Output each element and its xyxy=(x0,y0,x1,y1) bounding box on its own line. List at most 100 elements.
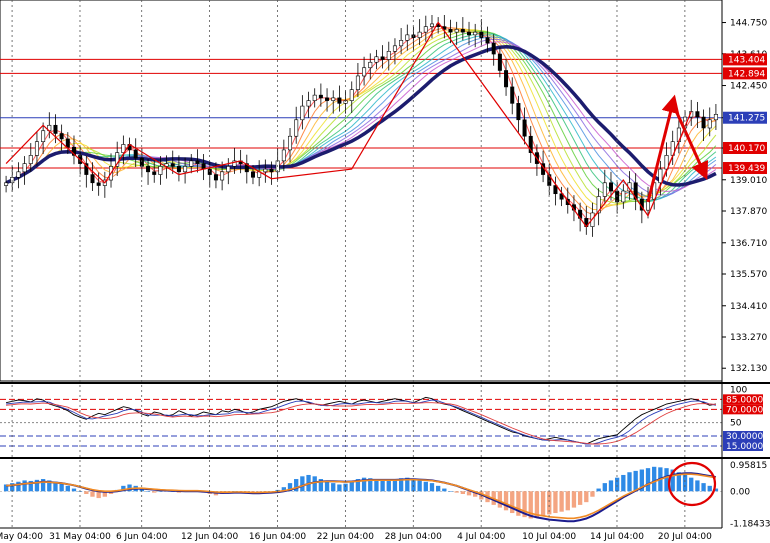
candle-body xyxy=(380,56,385,60)
x-tick-label: 14 Jul 04:00 xyxy=(590,532,644,542)
candle-body xyxy=(485,37,490,44)
candle-body xyxy=(300,105,305,121)
macd-histogram-bar xyxy=(559,491,564,512)
candle-body xyxy=(392,45,397,52)
macd-histogram-bar xyxy=(596,488,601,492)
price-level-tag-text: 143.404 xyxy=(728,55,765,65)
candle-body xyxy=(306,100,311,107)
y-tick-label: 135.570 xyxy=(730,270,767,280)
macd-histogram-bar xyxy=(435,485,441,492)
candle-body xyxy=(263,168,268,173)
y-tick-label: 132.130 xyxy=(730,364,767,374)
rsi-signal-blue xyxy=(6,399,716,445)
macd-panel: 0.95815 0.00 -1.18433 xyxy=(0,457,770,529)
macd-histogram-bar xyxy=(324,481,330,492)
macd-histogram-bar xyxy=(602,483,607,492)
candle-body xyxy=(281,149,286,162)
macd-histogram-bar xyxy=(312,476,317,492)
y-tick-label: 144.750 xyxy=(730,19,767,29)
macd-histogram-bar xyxy=(540,491,546,516)
rsi-tick-label: 100 xyxy=(730,385,747,395)
candle-body xyxy=(355,75,360,90)
candle-body xyxy=(602,182,607,197)
macd-histogram-bar xyxy=(337,484,342,492)
candle-body xyxy=(349,89,354,101)
candle-body xyxy=(510,86,515,104)
candle-body xyxy=(497,53,502,71)
candle-body xyxy=(454,29,459,33)
candle-body xyxy=(516,103,521,121)
x-tick-label: 31 May 04:00 xyxy=(49,532,111,542)
candle-body xyxy=(331,97,336,101)
rsi-level-tag-text: 70.0000 xyxy=(726,405,763,415)
candle-body xyxy=(195,160,200,164)
candle-body xyxy=(374,56,379,63)
macd-histogram-bar xyxy=(22,480,27,492)
macd-histogram-bar xyxy=(145,491,151,492)
y-tick-label: 139.010 xyxy=(730,176,767,186)
macd-histogram-bar xyxy=(158,491,163,492)
x-axis: 25 May 04:00 31 May 04:00 6 Jun 04:00 12 Ju… xyxy=(0,0,722,542)
candle-body xyxy=(90,174,95,184)
macd-histogram-bar xyxy=(448,491,453,492)
candle-body xyxy=(417,31,422,38)
candle-body xyxy=(399,40,404,47)
macd-histogram-bar xyxy=(701,483,706,492)
price-level-tag-text: 139.439 xyxy=(728,164,765,174)
macd-histogram-bar xyxy=(71,488,77,492)
macd-histogram-bar xyxy=(331,483,336,492)
candle-body xyxy=(146,166,151,173)
x-tick-label: 16 Jun 04:00 xyxy=(249,532,306,542)
macd-histogram-bar xyxy=(442,488,447,492)
y-tick-label: 133.270 xyxy=(730,333,767,343)
macd-histogram-bar xyxy=(65,485,70,492)
y-tick-label: 137.870 xyxy=(730,207,767,217)
candle-body xyxy=(288,135,293,151)
macd-histogram-bar xyxy=(59,483,64,492)
candle-body xyxy=(189,160,194,167)
x-tick-label: 25 May 04:00 xyxy=(0,532,43,542)
macd-tick-label: 0.95815 xyxy=(730,461,767,471)
candle-body xyxy=(16,171,21,178)
macd-histogram-bar xyxy=(621,474,626,492)
slow-moving-average xyxy=(5,44,717,187)
candle-body xyxy=(158,166,163,175)
candle-body xyxy=(473,31,478,36)
candle-body xyxy=(226,166,231,173)
candle-body xyxy=(170,163,175,167)
candle-body xyxy=(707,119,712,129)
macd-histogram-bar xyxy=(84,491,89,494)
macd-tick-label: 0.00 xyxy=(730,487,750,497)
macd-histogram-bar xyxy=(300,476,305,492)
candle-body xyxy=(504,70,509,88)
macd-histogram-bar xyxy=(571,491,577,508)
candle-body xyxy=(658,168,663,184)
macd-histogram-bar xyxy=(614,477,620,492)
candle-body xyxy=(133,149,138,159)
zigzag-line xyxy=(5,21,692,228)
candle-body xyxy=(152,171,157,175)
macd-histogram-bar xyxy=(664,468,669,492)
macd-histogram-bar xyxy=(386,479,391,492)
candle-body xyxy=(53,124,58,134)
x-tick-label: 6 Jun 04:00 xyxy=(116,532,168,542)
candle-body xyxy=(553,185,558,195)
macd-histogram-bar xyxy=(627,472,632,492)
x-tick-label: 28 Jun 04:00 xyxy=(385,532,442,542)
candle-body xyxy=(491,42,496,55)
macd-histogram-bar xyxy=(577,491,583,505)
macd-histogram-bar xyxy=(645,468,651,492)
candle-body xyxy=(701,116,706,129)
candle-body xyxy=(269,168,274,173)
macd-histogram-bar xyxy=(503,491,509,511)
candle-body xyxy=(608,182,613,192)
x-tick-label: 20 Jul 04:00 xyxy=(658,532,712,542)
candle-body xyxy=(467,31,472,36)
price-level-tag-text: 140.170 xyxy=(728,144,765,154)
rsi-tick-label: 50 xyxy=(730,419,742,429)
candle-body xyxy=(41,130,46,142)
candle-body xyxy=(250,171,255,178)
macd-histogram-bar xyxy=(380,480,385,492)
candle-body xyxy=(318,94,323,99)
candle-body xyxy=(368,61,373,69)
